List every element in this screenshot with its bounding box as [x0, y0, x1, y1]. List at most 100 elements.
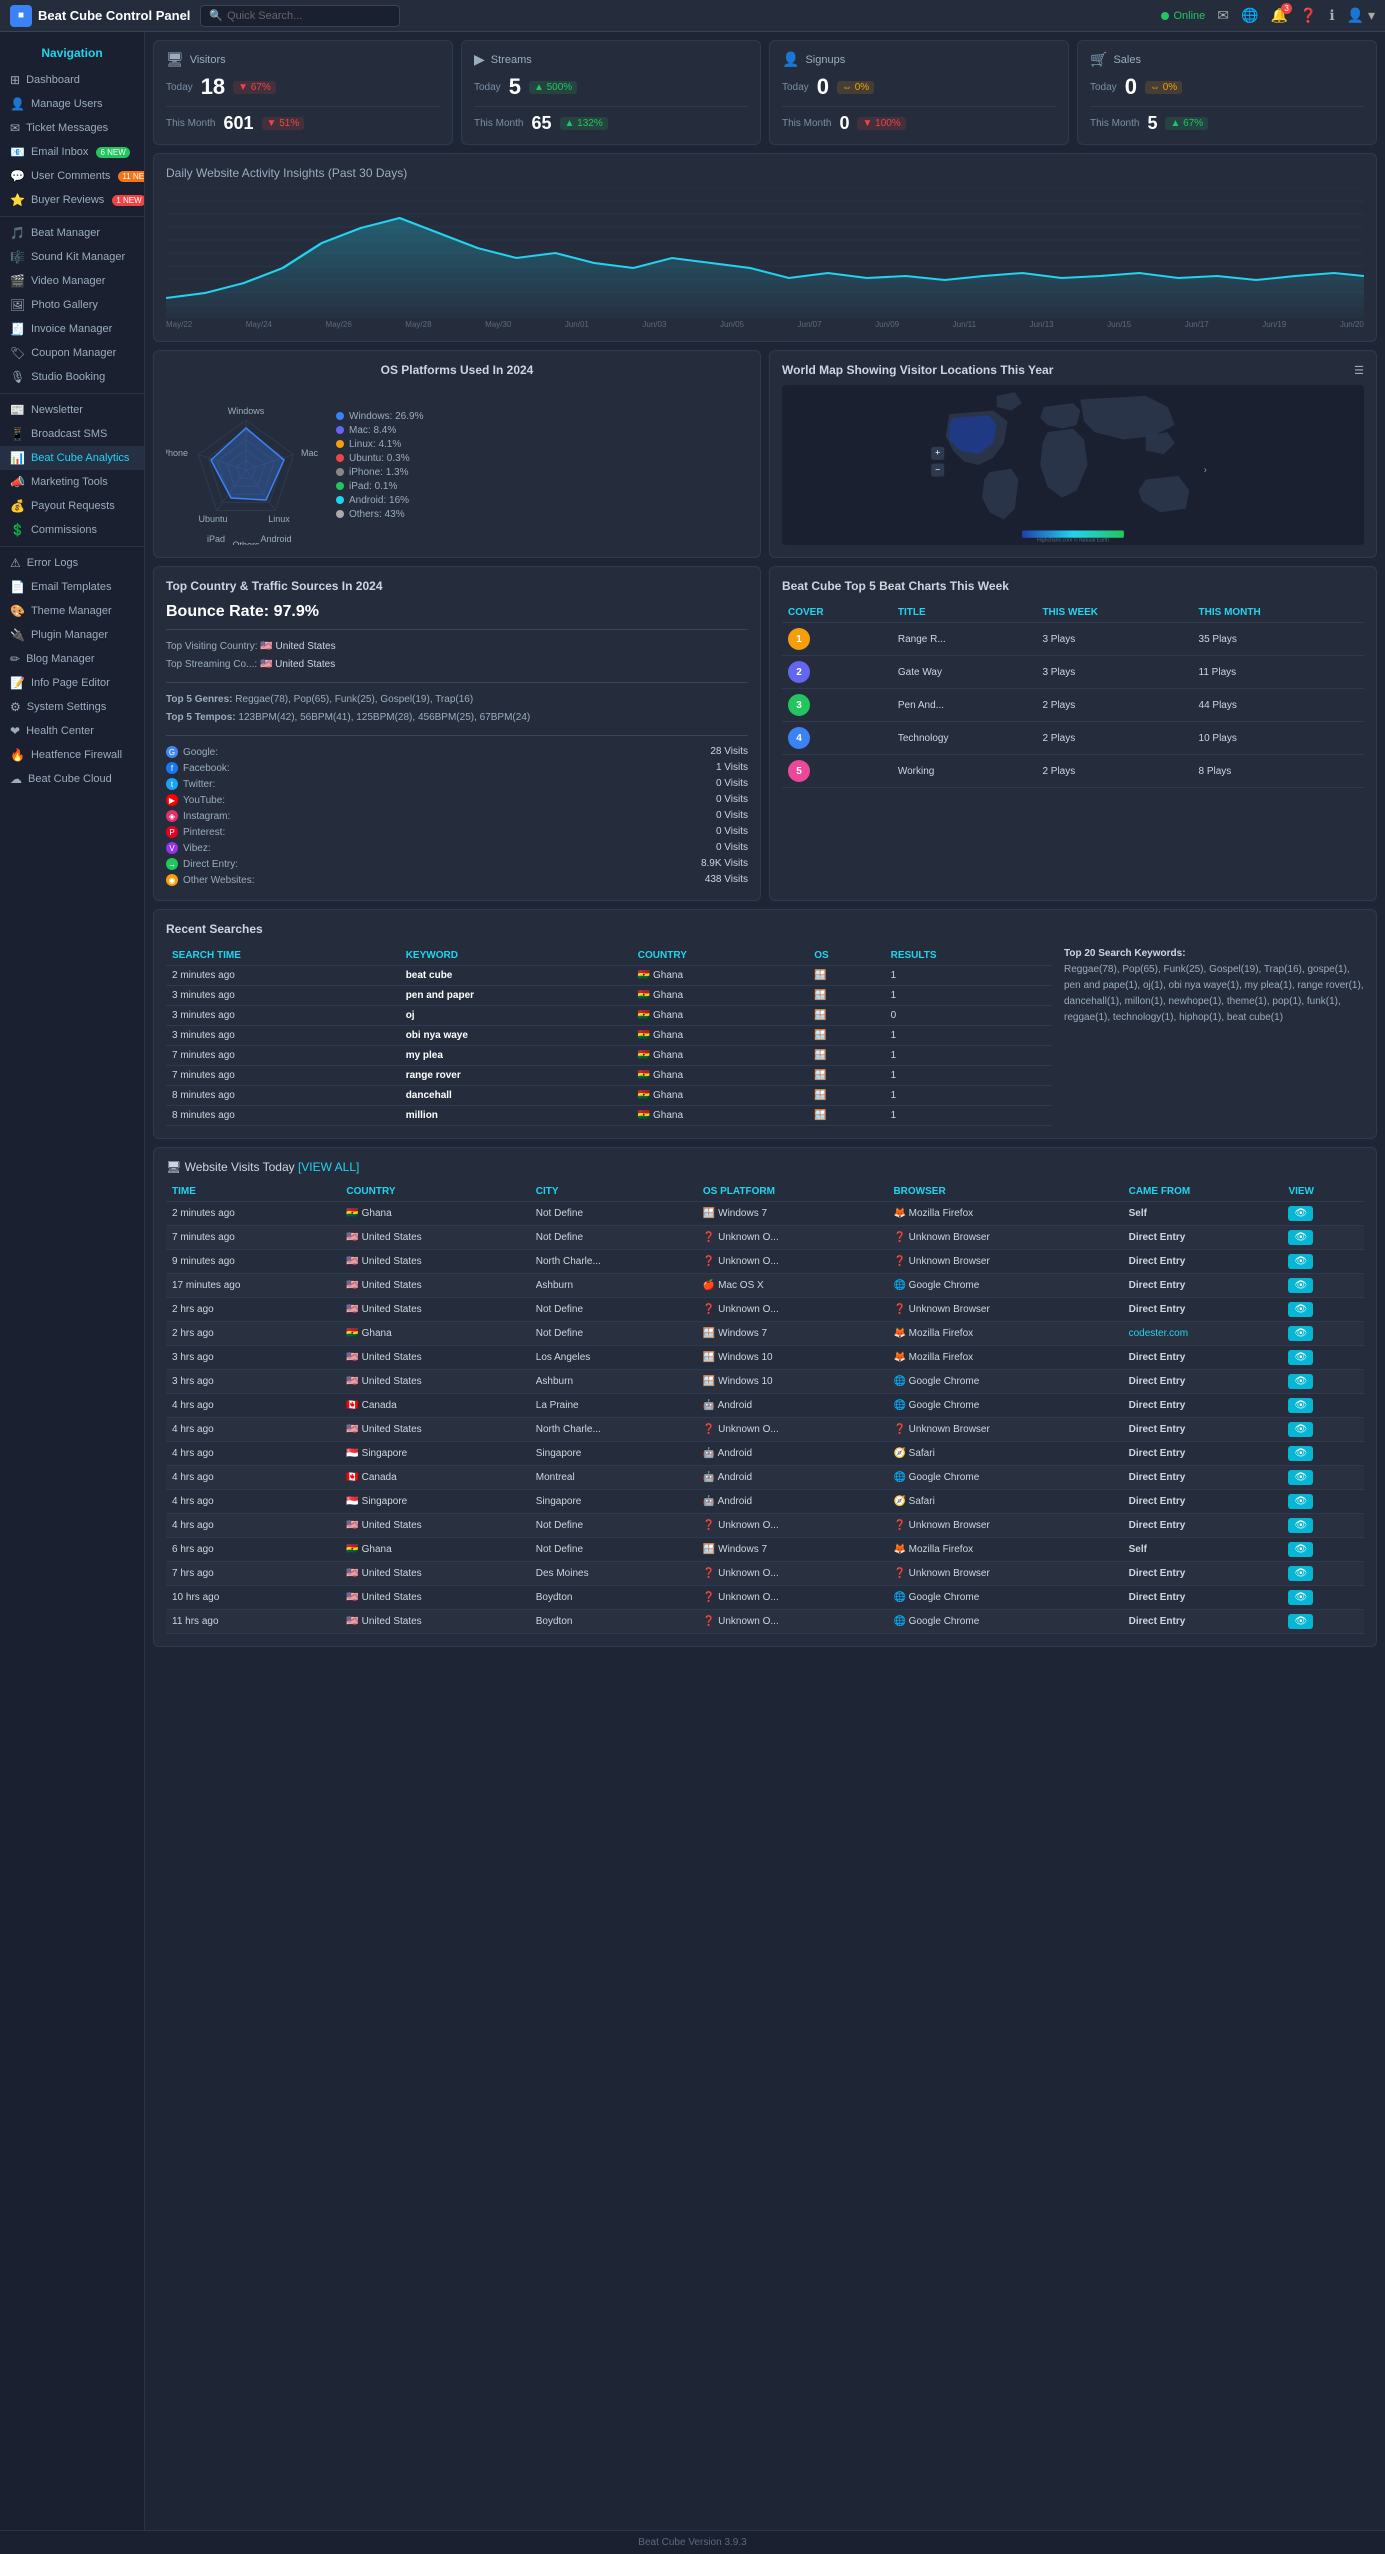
sidebar-item-email-templates[interactable]: 📄 Email Templates [0, 575, 144, 599]
sidebar-item-system-settings[interactable]: ⚙ System Settings [0, 695, 144, 719]
sidebar-item-ticket-messages[interactable]: ✉ Ticket Messages [0, 116, 144, 140]
vt-col-view: VIEW [1282, 1182, 1364, 1202]
beat-month-cell: 35 Plays [1193, 623, 1364, 656]
main-content: 🖥 Visitors Today 18 ▼ 67% This Month 601… [145, 32, 1385, 2530]
map-menu-icon[interactable]: ☰ [1354, 364, 1364, 377]
sidebar-item-user-comments[interactable]: 💬 User Comments 11 NEW [0, 164, 144, 188]
visit-time: 4 hrs ago [166, 1514, 340, 1538]
source-pinterest: PPinterest: [166, 826, 225, 838]
view-button[interactable]: 👁 [1288, 1350, 1313, 1365]
sidebar-item-analytics[interactable]: 📊 Beat Cube Analytics [0, 446, 144, 470]
beat-title-cell: Gate Way [892, 656, 1037, 689]
vt-col-browser: BROWSER [887, 1182, 1122, 1202]
beat-week-cell: 3 Plays [1036, 656, 1192, 689]
sidebar-item-error-logs[interactable]: ⚠ Error Logs [0, 551, 144, 575]
layout: Navigation ⊞ Dashboard 👤 Manage Users ✉ … [0, 32, 1385, 2530]
sidebar-item-marketing[interactable]: 📣 Marketing Tools [0, 470, 144, 494]
user-avatar[interactable]: 👤 ▾ [1347, 7, 1375, 24]
search-col-country: COUNTRY [632, 946, 808, 966]
view-button[interactable]: 👁 [1288, 1206, 1313, 1221]
sidebar-item-beat-cube-cloud[interactable]: ☁ Beat Cube Cloud [0, 767, 144, 791]
view-button[interactable]: 👁 [1288, 1446, 1313, 1461]
comments-badge: 11 NEW [118, 171, 145, 182]
sidebar-item-heatfence[interactable]: 🔥 Heatfence Firewall [0, 743, 144, 767]
came-from-text: Direct Entry [1129, 1568, 1186, 1579]
view-button[interactable]: 👁 [1288, 1494, 1313, 1509]
came-from-text: Direct Entry [1129, 1616, 1186, 1627]
search-keyword: pen and paper [400, 986, 632, 1006]
recent-searches-title: Recent Searches [166, 922, 1364, 936]
stat-card-streams: ▶ Streams Today 5 ▲ 500% This Month 65 ▲… [461, 40, 761, 145]
chart-x-labels: May/22May/24May/26May/28May/30 Jun/01Jun… [166, 320, 1364, 329]
view-button[interactable]: 👁 [1288, 1518, 1313, 1533]
source-direct: →Direct Entry: [166, 858, 238, 870]
sidebar-item-payout[interactable]: 💰 Payout Requests [0, 494, 144, 518]
search-bar[interactable]: 🔍 Quick Search... [200, 5, 400, 27]
sidebar-item-commissions[interactable]: 💲 Commissions [0, 518, 144, 542]
visit-country: 🇸🇬 Singapore [340, 1442, 529, 1466]
view-button[interactable]: 👁 [1288, 1566, 1313, 1581]
view-all-link[interactable]: [VIEW ALL] [298, 1160, 359, 1174]
visit-country: 🇺🇸 United States [340, 1562, 529, 1586]
sidebar-item-dashboard[interactable]: ⊞ Dashboard [0, 68, 144, 92]
beat-title-cell: Technology [892, 722, 1037, 755]
os-legend-item-windows: Windows: 26.9% [336, 411, 423, 422]
infopage-icon: 📝 [10, 676, 25, 690]
globe-icon[interactable]: 🌐 [1241, 7, 1258, 24]
view-button[interactable]: 👁 [1288, 1278, 1313, 1293]
view-button[interactable]: 👁 [1288, 1254, 1313, 1269]
sidebar-item-health-center[interactable]: ❤ Health Center [0, 719, 144, 743]
sidebar-item-beat-manager[interactable]: 🎵 Beat Manager [0, 221, 144, 245]
sidebar-item-theme-manager[interactable]: 🎨 Theme Manager [0, 599, 144, 623]
sidebar-item-manage-users[interactable]: 👤 Manage Users [0, 92, 144, 116]
came-from-link[interactable]: codester.com [1129, 1328, 1188, 1339]
sidebar-item-label: Beat Manager [31, 227, 100, 239]
visit-city: La Praine [530, 1394, 697, 1418]
vt-col-came-from: CAME FROM [1123, 1182, 1283, 1202]
visit-row: 4 hrs ago 🇺🇸 United States Not Define ❓ … [166, 1514, 1364, 1538]
view-button[interactable]: 👁 [1288, 1422, 1313, 1437]
sidebar-item-label: Plugin Manager [31, 629, 108, 641]
sidebar-item-studio-booking[interactable]: 🎙 Studio Booking [0, 365, 144, 389]
photo-icon: 🖼 [10, 298, 25, 312]
bell-icon[interactable]: 🔔3 [1270, 7, 1287, 24]
sidebar-item-info-page-editor[interactable]: 📝 Info Page Editor [0, 671, 144, 695]
sidebar-item-buyer-reviews[interactable]: ⭐ Buyer Reviews 1 NEW [0, 188, 144, 212]
view-button[interactable]: 👁 [1288, 1398, 1313, 1413]
search-country: 🇬🇭 Ghana [632, 1006, 808, 1026]
sidebar-item-newsletter[interactable]: 📰 Newsletter [0, 398, 144, 422]
coupon-icon: 🏷 [10, 346, 25, 360]
sidebar-item-video-manager[interactable]: 🎬 Video Manager [0, 269, 144, 293]
sidebar-item-coupon-manager[interactable]: 🏷 Coupon Manager [0, 341, 144, 365]
view-button[interactable]: 👁 [1288, 1542, 1313, 1557]
search-country: 🇬🇭 Ghana [632, 1026, 808, 1046]
sidebar-item-broadcast-sms[interactable]: 📱 Broadcast SMS [0, 422, 144, 446]
visit-row: 4 hrs ago 🇨🇦 Canada La Praine 🤖 Android … [166, 1394, 1364, 1418]
view-button[interactable]: 👁 [1288, 1470, 1313, 1485]
visit-came-from: Direct Entry [1123, 1250, 1283, 1274]
view-button[interactable]: 👁 [1288, 1230, 1313, 1245]
search-os: 🪟 [808, 1026, 884, 1046]
help-icon[interactable]: ❓ [1300, 7, 1317, 24]
view-button[interactable]: 👁 [1288, 1614, 1313, 1629]
view-button[interactable]: 👁 [1288, 1590, 1313, 1605]
sidebar-item-photo-gallery[interactable]: 🖼 Photo Gallery [0, 293, 144, 317]
play-icon: ▶ [474, 51, 485, 68]
visit-country: 🇺🇸 United States [340, 1610, 529, 1634]
sidebar-item-invoice-manager[interactable]: 🧾 Invoice Manager [0, 317, 144, 341]
view-button[interactable]: 👁 [1288, 1374, 1313, 1389]
beat-month-cell: 8 Plays [1193, 755, 1364, 788]
email-icon[interactable]: ✉ [1217, 7, 1229, 24]
visit-time: 17 minutes ago [166, 1274, 340, 1298]
visit-row: 6 hrs ago 🇬🇭 Ghana Not Define 🪟 Windows … [166, 1538, 1364, 1562]
view-button[interactable]: 👁 [1288, 1326, 1313, 1341]
view-button[interactable]: 👁 [1288, 1302, 1313, 1317]
newsletter-icon: 📰 [10, 403, 25, 417]
sidebar-item-blog-manager[interactable]: ✏ Blog Manager [0, 647, 144, 671]
sidebar-item-plugin-manager[interactable]: 🔌 Plugin Manager [0, 623, 144, 647]
visit-came-from: Self [1123, 1202, 1283, 1226]
info-icon[interactable]: ℹ [1329, 7, 1334, 24]
sidebar-item-email-inbox[interactable]: 📧 Email Inbox 6 NEW [0, 140, 144, 164]
sidebar-item-sound-kit[interactable]: 🎼 Sound Kit Manager [0, 245, 144, 269]
visit-view-cell: 👁 [1282, 1298, 1364, 1322]
